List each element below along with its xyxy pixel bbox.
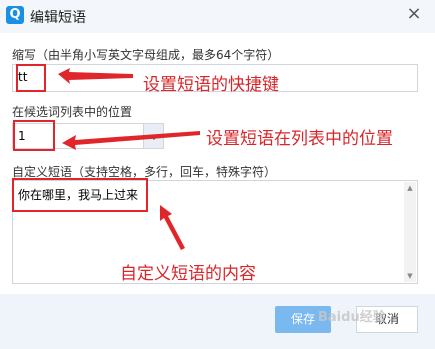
- content-annotation: 自定义短语的内容: [120, 264, 256, 284]
- watermark-logo: Baidu经验: [318, 310, 386, 325]
- edit-phrase-dialog: Q 编辑短语 × 缩写（由半角小写英文字母组成，最多64个字符） tt 在候选词…: [0, 0, 435, 349]
- arrow-to-phrase: [160, 205, 185, 250]
- arrow-to-position: [62, 131, 200, 150]
- shortcut-annotation: 设置短语的快捷键: [143, 75, 279, 95]
- position-annotation: 设置短语在列表中的位置: [206, 129, 393, 149]
- arrow-to-shortcut: [58, 68, 133, 84]
